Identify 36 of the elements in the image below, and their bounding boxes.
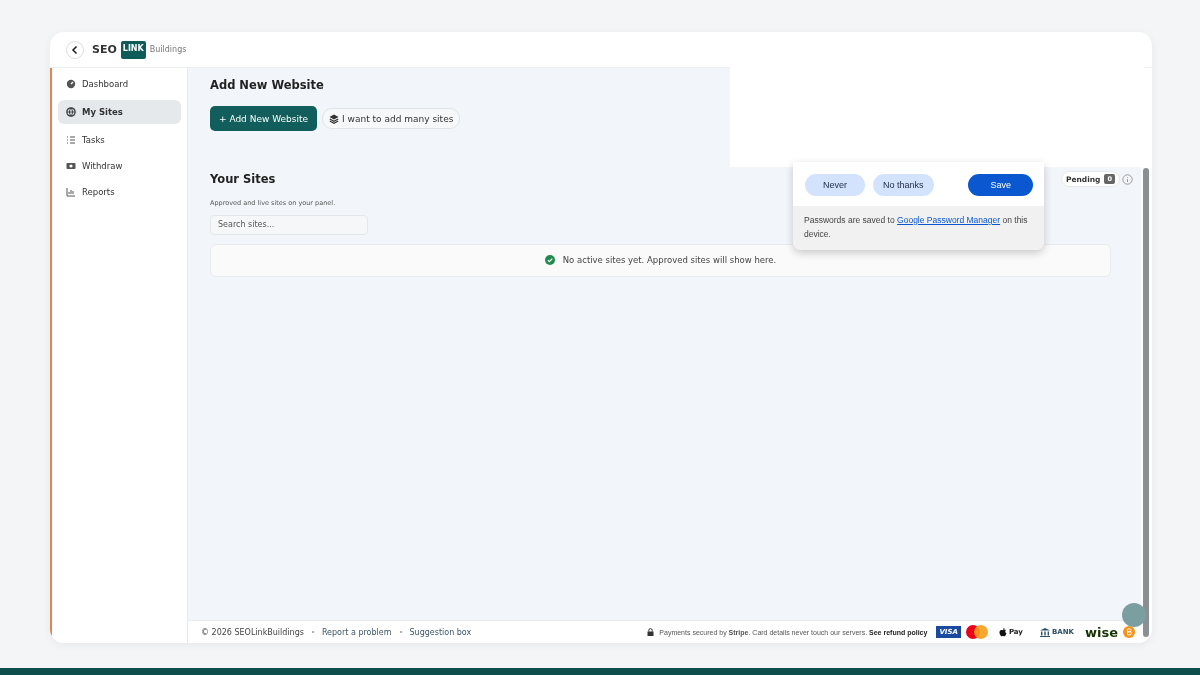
sidebar-item[interactable]: Dashboard — [58, 74, 181, 94]
gauge-icon — [66, 79, 76, 89]
info-icon[interactable] — [1122, 173, 1133, 185]
banknote-icon — [66, 161, 76, 171]
check-circle-icon — [544, 255, 555, 265]
save-button[interactable]: Save — [968, 174, 1033, 196]
back-button[interactable] — [66, 40, 84, 59]
section-title: Your Sites — [210, 172, 276, 186]
logo-text: Buildings — [149, 45, 187, 54]
bar-chart-icon — [66, 187, 76, 197]
logo-badge: LINK — [120, 40, 146, 59]
sidebar-item[interactable]: Tasks — [58, 130, 181, 150]
section-title: Add New Website — [210, 78, 325, 92]
bitcoin-logo — [1123, 626, 1135, 638]
globe-icon — [66, 107, 76, 117]
sidebar-item[interactable]: My Sites — [58, 100, 181, 124]
scrollbar[interactable] — [1143, 168, 1149, 637]
password-note: Passwords are saved to Google Password Manager on this device. — [793, 206, 1044, 250]
sidebar-item[interactable]: Reports — [58, 182, 181, 202]
wise-logo: wise — [1084, 624, 1118, 640]
layers-icon — [329, 113, 340, 124]
dismiss-button[interactable]: No thanks — [873, 174, 934, 196]
sidebar-item[interactable]: Withdraw — [58, 156, 181, 176]
logo-text: SEO — [92, 43, 117, 56]
empty-message: No active sites yet. Approved sites will show here. — [562, 255, 777, 265]
bulk-add-button[interactable]: I want to add many sites — [322, 108, 461, 129]
copyright-text: © 2026 SEOLinkBuildings — [201, 627, 304, 637]
mastercard-logo — [965, 625, 988, 639]
footer-link[interactable]: Suggestion box — [409, 627, 472, 637]
dismiss-button[interactable]: Never — [805, 174, 865, 196]
list-icon — [66, 135, 76, 145]
password-manager-link[interactable]: Google Password Manager — [897, 215, 1001, 225]
lock-icon — [647, 628, 655, 636]
add-website-button[interactable]: + Add New Website — [210, 106, 318, 131]
footer-link[interactable]: Report a problem — [321, 627, 392, 637]
search-field[interactable]: Search sites... — [210, 214, 368, 235]
